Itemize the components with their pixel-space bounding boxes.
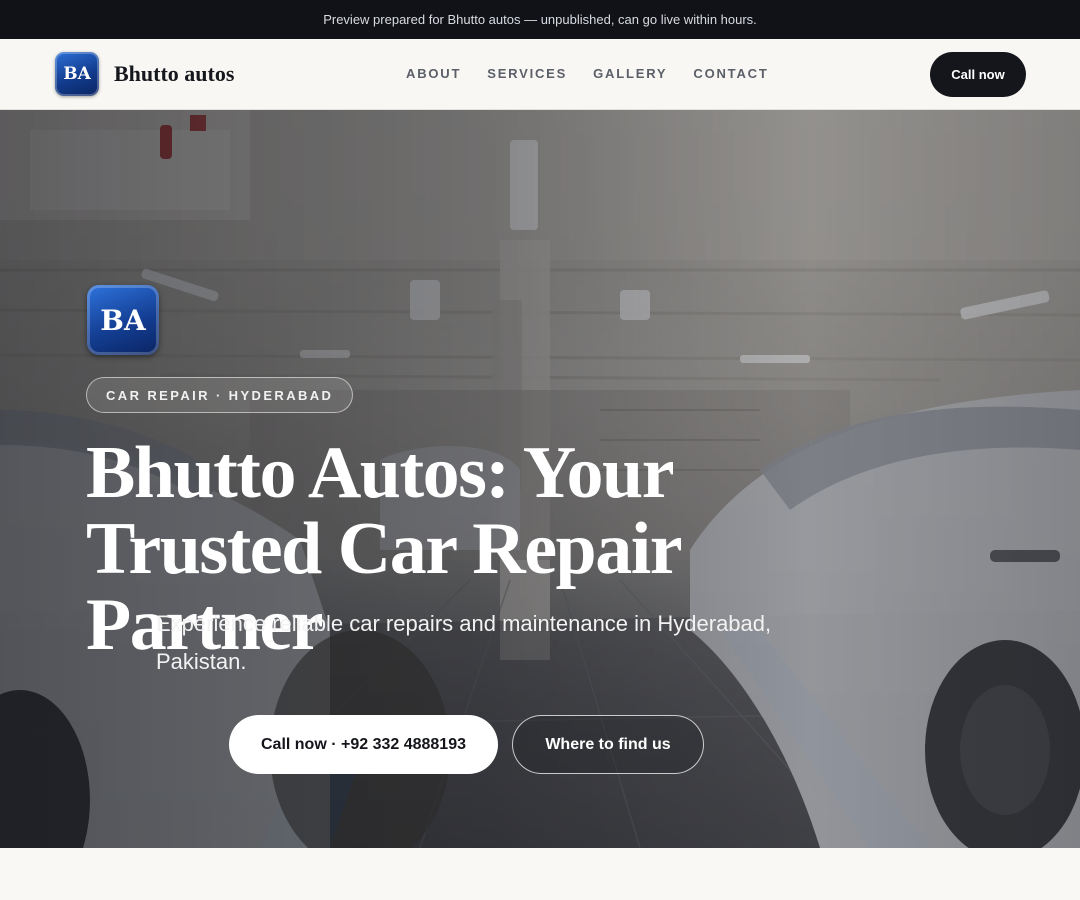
hero-logo-initials: BA	[100, 303, 146, 337]
logo-icon[interactable]: BA	[55, 52, 99, 96]
hero-title-line-1: Bhutto Autos: Your	[86, 432, 675, 514]
hero-section: BA CAR REPAIR · HYDERABAD Bhutto Autos: …	[0, 110, 1080, 848]
logo-initials: BA	[63, 64, 91, 84]
header-call-button[interactable]: Call now	[930, 52, 1026, 97]
where-to-find-us-button[interactable]: Where to find us	[512, 715, 704, 774]
announcement-bar: Preview prepared for Bhutto autos — unpu…	[0, 0, 1080, 39]
call-now-button[interactable]: Call now · +92 332 4888193	[229, 715, 498, 774]
nav-link-services[interactable]: SERVICES	[487, 66, 567, 81]
nav-link-contact[interactable]: CONTACT	[693, 66, 768, 81]
site-header: BA Bhutto autos ABOUT SERVICES GALLERY C…	[0, 39, 1080, 110]
announcement-text: Preview prepared for Bhutto autos — unpu…	[323, 12, 757, 27]
hero-subtitle: Experience reliable car repairs and main…	[156, 611, 772, 674]
nav-link-gallery[interactable]: GALLERY	[593, 66, 667, 81]
hero-eyebrow-tag: CAR REPAIR · HYDERABAD	[86, 377, 354, 413]
main-nav: ABOUT SERVICES GALLERY CONTACT	[406, 66, 769, 81]
hero-logo-icon: BA	[87, 285, 159, 355]
brand-name[interactable]: Bhutto autos	[114, 61, 234, 87]
nav-link-about[interactable]: ABOUT	[406, 66, 461, 81]
next-section	[0, 848, 1080, 900]
